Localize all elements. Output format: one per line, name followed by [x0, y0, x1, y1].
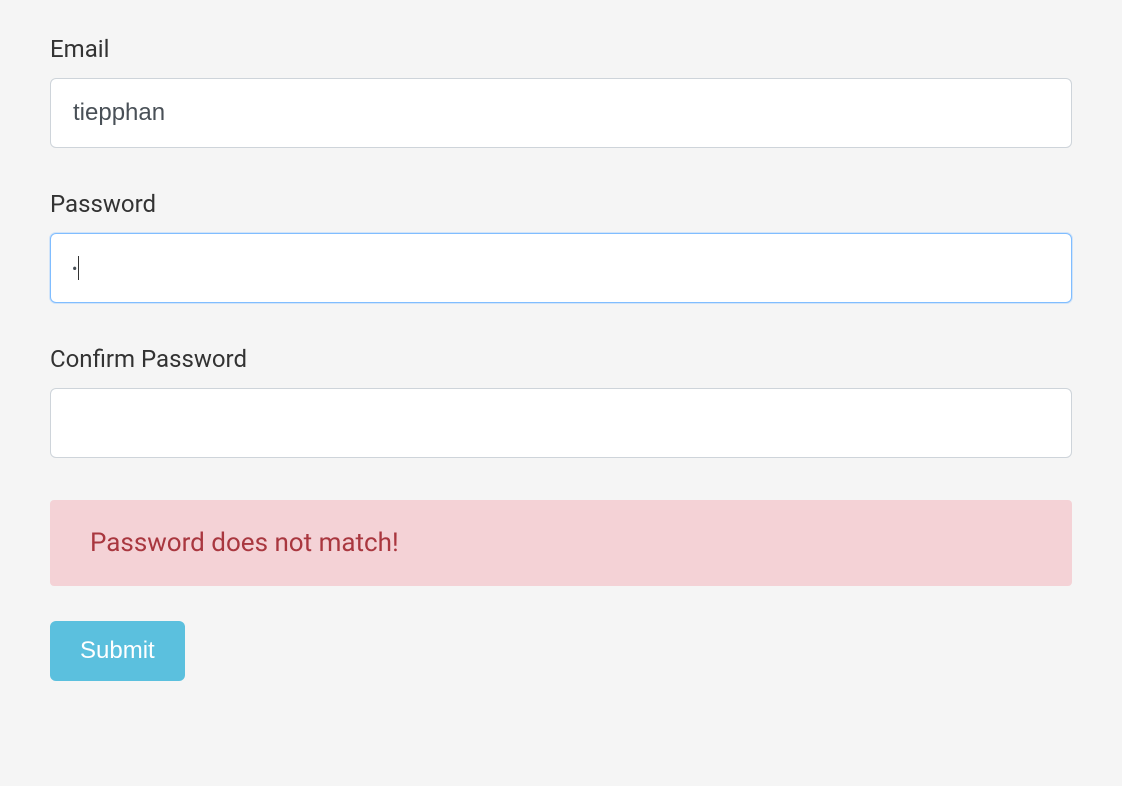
- confirm-password-label: Confirm Password: [50, 345, 1072, 373]
- email-group: Email: [50, 35, 1072, 148]
- confirm-password-field[interactable]: [50, 388, 1072, 458]
- error-message: Password does not match!: [90, 528, 399, 558]
- password-field[interactable]: [50, 233, 1072, 303]
- password-label: Password: [50, 190, 1072, 218]
- email-label: Email: [50, 35, 1072, 63]
- password-wrapper: •: [50, 233, 1072, 303]
- signup-form: Email Password • Confirm Password Passwo…: [50, 35, 1072, 681]
- error-alert: Password does not match!: [50, 500, 1072, 586]
- email-field[interactable]: [50, 78, 1072, 148]
- password-group: Password •: [50, 190, 1072, 303]
- submit-button[interactable]: Submit: [50, 621, 185, 681]
- confirm-password-group: Confirm Password: [50, 345, 1072, 458]
